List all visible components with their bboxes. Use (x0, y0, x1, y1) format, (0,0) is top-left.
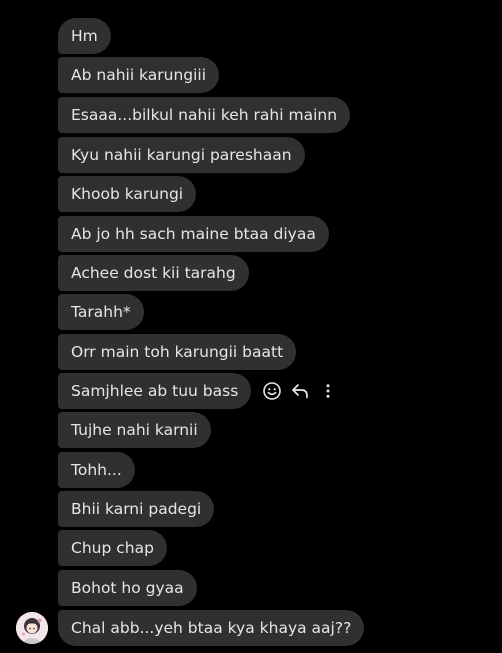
message-row: Kyu nahii karungi pareshaan (58, 137, 305, 173)
message-row: Khoob karungi (58, 176, 197, 212)
message-row: Chup chap (58, 530, 167, 566)
message-row: Hm (58, 18, 111, 54)
message-actions (261, 380, 339, 402)
message-bubble[interactable]: Bhii karni padegi (58, 491, 215, 527)
smiley-icon (263, 382, 282, 400)
avatar-image (16, 612, 48, 644)
message-row-hovered: Samjhlee ab tuu bass (58, 373, 339, 409)
message-bubble[interactable]: Ab jo hh sach maine btaa diyaa (58, 216, 329, 252)
message-bubble[interactable]: Orr main toh karungii baatt (58, 334, 297, 370)
message-row: Tujhe nahi karnii (58, 412, 211, 448)
message-row: Tarahh* (58, 294, 144, 330)
message-bubble[interactable]: Kyu nahii karungi pareshaan (58, 137, 305, 173)
message-row: Bhii karni padegi (58, 491, 215, 527)
react-button[interactable] (261, 380, 283, 402)
message-row: Esaaa...bilkul nahii keh rahi mainn (58, 97, 351, 133)
message-row: Ab jo hh sach maine btaa diyaa (58, 216, 329, 252)
message-row: Chal abb...yeh btaa kya khaya aaj?? (58, 610, 365, 646)
sender-avatar[interactable] (16, 612, 48, 644)
message-bubble[interactable]: Hm (58, 18, 111, 54)
message-bubble[interactable]: Achee dost kii tarahg (58, 255, 249, 291)
more-options-icon (326, 384, 330, 398)
message-bubble[interactable]: Tohh... (58, 452, 135, 488)
message-bubble[interactable]: Chal abb...yeh btaa kya khaya aaj?? (58, 610, 365, 646)
message-bubble[interactable]: Ab nahii karungiii (58, 57, 220, 93)
reply-icon (292, 384, 309, 399)
more-options-button[interactable] (317, 380, 339, 402)
message-thread: Hm Ab nahii karungiii Esaaa...bilkul nah… (0, 0, 502, 653)
message-bubble[interactable]: Samjhlee ab tuu bass (58, 373, 252, 409)
message-row: Achee dost kii tarahg (58, 255, 249, 291)
message-bubble[interactable]: Tujhe nahi karnii (58, 412, 211, 448)
message-row: Ab nahii karungiii (58, 57, 220, 93)
message-bubble[interactable]: Chup chap (58, 530, 167, 566)
message-row: Bohot ho gyaa (58, 570, 197, 606)
reply-button[interactable] (289, 380, 311, 402)
message-bubble[interactable]: Khoob karungi (58, 176, 197, 212)
message-bubble[interactable]: Tarahh* (58, 294, 144, 330)
message-row: Orr main toh karungii baatt (58, 334, 297, 370)
message-bubble[interactable]: Bohot ho gyaa (58, 570, 197, 606)
message-row: Tohh... (58, 452, 135, 488)
message-bubble[interactable]: Esaaa...bilkul nahii keh rahi mainn (58, 97, 351, 133)
